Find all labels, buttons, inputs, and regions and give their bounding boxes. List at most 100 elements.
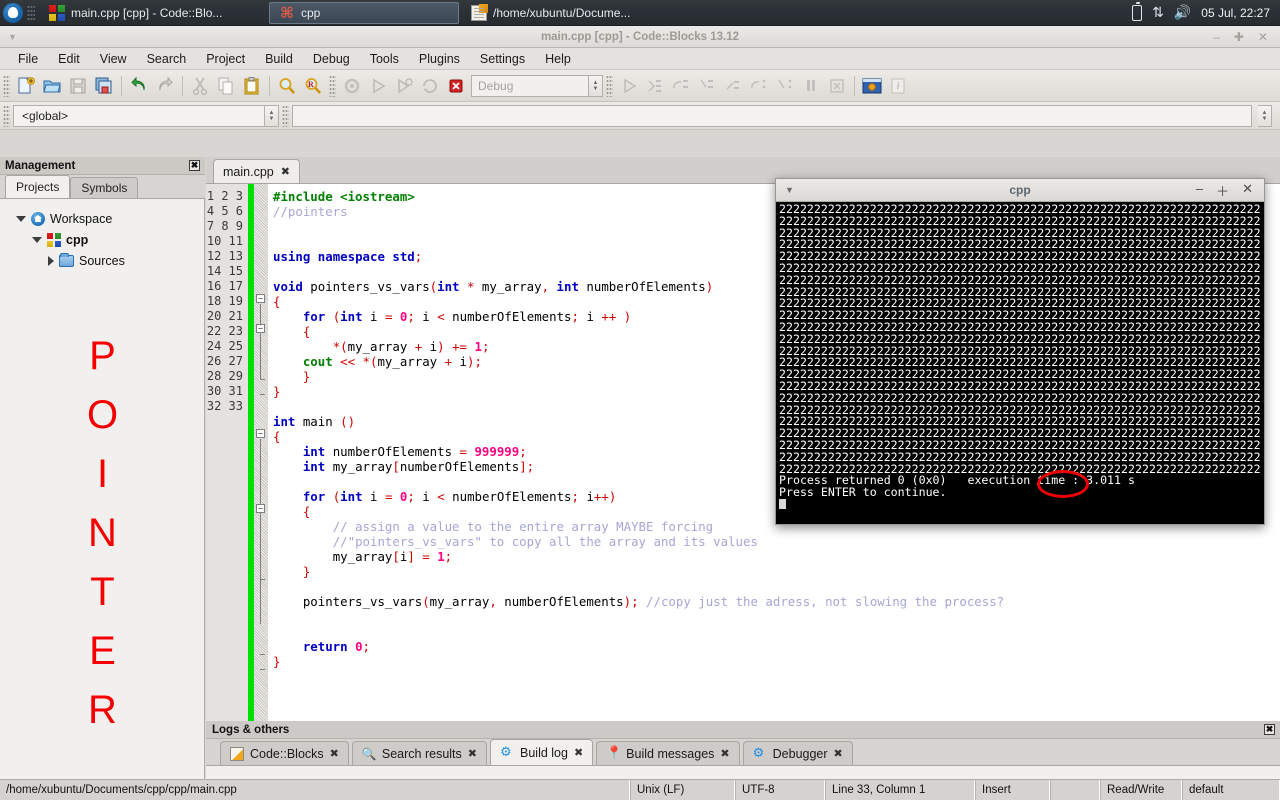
find-icon[interactable] bbox=[274, 73, 300, 99]
terminal-minimize-button[interactable]: – bbox=[1196, 181, 1203, 200]
menu-file[interactable]: File bbox=[8, 50, 48, 68]
close-icon[interactable]: ✖ bbox=[281, 165, 290, 178]
terminal-fill-line: 2222222222222222222222222222222222222222… bbox=[779, 286, 1261, 299]
fold-margin[interactable]: − − − − bbox=[254, 184, 268, 772]
close-icon[interactable]: ✖ bbox=[834, 747, 843, 760]
window-maximize-button[interactable]: ✚ bbox=[1234, 30, 1244, 44]
fold-box-line17[interactable]: − bbox=[256, 429, 265, 438]
log-tab-build-log[interactable]: ⚙ Build log ✖ bbox=[490, 739, 594, 765]
debugging-windows-icon[interactable] bbox=[859, 73, 885, 99]
log-tab-build-messages[interactable]: 📍 Build messages ✖ bbox=[596, 741, 740, 765]
terminal-window[interactable]: ▼ cpp – ＋ ✕ 2222222222222222222222222222… bbox=[775, 178, 1265, 525]
management-close-icon[interactable]: ✖ bbox=[189, 160, 200, 171]
terminal-output[interactable]: 2222222222222222222222222222222222222222… bbox=[779, 204, 1261, 521]
rebuild-icon[interactable] bbox=[417, 73, 443, 99]
replace-icon[interactable]: R bbox=[300, 73, 326, 99]
menu-project[interactable]: Project bbox=[196, 50, 255, 68]
save-icon[interactable] bbox=[65, 73, 91, 99]
debug-run-to-cursor-icon[interactable] bbox=[642, 73, 668, 99]
taskbar-window-codeblocks[interactable]: main.cpp [cpp] - Code::Blo... bbox=[39, 2, 267, 24]
close-icon[interactable]: ✖ bbox=[330, 747, 339, 760]
menu-settings[interactable]: Settings bbox=[470, 50, 535, 68]
build-icon[interactable] bbox=[339, 73, 365, 99]
taskbar-grip[interactable] bbox=[27, 4, 35, 21]
close-icon[interactable]: ✖ bbox=[574, 746, 583, 759]
menu-build[interactable]: Build bbox=[255, 50, 303, 68]
battery-icon[interactable] bbox=[1132, 2, 1143, 21]
toolbar-grip[interactable] bbox=[282, 104, 289, 127]
terminal-close-button[interactable]: ✕ bbox=[1242, 181, 1253, 200]
function-spinner[interactable]: ▲ ▼ bbox=[1258, 104, 1272, 127]
toolbar-grip[interactable] bbox=[3, 104, 10, 127]
break-debugger-icon[interactable] bbox=[798, 73, 824, 99]
xubuntu-mouse-icon[interactable] bbox=[3, 2, 23, 23]
debug-step-out-icon[interactable] bbox=[720, 73, 746, 99]
scope-combo[interactable]: <global> bbox=[13, 104, 265, 127]
menu-plugins[interactable]: Plugins bbox=[409, 50, 470, 68]
log-tab-codeblocks[interactable]: Code::Blocks ✖ bbox=[220, 741, 349, 765]
cut-icon[interactable] bbox=[187, 73, 213, 99]
menu-view[interactable]: View bbox=[90, 50, 137, 68]
debug-step-into-instruction-icon[interactable] bbox=[772, 73, 798, 99]
undo-icon[interactable] bbox=[126, 73, 152, 99]
tab-projects[interactable]: Projects bbox=[5, 175, 71, 198]
chevron-down-icon[interactable] bbox=[16, 215, 26, 222]
terminal-fill-line: 2222222222222222222222222222222222222222… bbox=[779, 439, 1261, 452]
paste-icon[interactable] bbox=[239, 73, 265, 99]
chevron-down-icon[interactable] bbox=[32, 236, 42, 243]
toolbar-grip[interactable] bbox=[3, 74, 10, 97]
tree-item-workspace[interactable]: Workspace bbox=[0, 208, 205, 229]
fold-tick bbox=[260, 579, 265, 580]
menu-help[interactable]: Help bbox=[535, 50, 581, 68]
abort-icon[interactable] bbox=[443, 73, 469, 99]
debug-continue-icon[interactable] bbox=[616, 73, 642, 99]
menu-debug[interactable]: Debug bbox=[303, 50, 360, 68]
debug-info-icon[interactable]: i bbox=[885, 73, 911, 99]
close-icon[interactable]: ✖ bbox=[720, 747, 729, 760]
build-target-combo[interactable]: Debug bbox=[471, 74, 589, 97]
fold-line bbox=[260, 439, 261, 624]
function-combo[interactable] bbox=[292, 104, 1252, 127]
window-close-button[interactable]: ✕ bbox=[1258, 30, 1268, 44]
menu-edit[interactable]: Edit bbox=[48, 50, 90, 68]
chevron-right-icon[interactable] bbox=[48, 255, 54, 266]
fold-box-line8[interactable]: − bbox=[256, 294, 265, 303]
debug-next-instruction-icon[interactable] bbox=[746, 73, 772, 99]
volume-icon[interactable]: 🔊 bbox=[1174, 6, 1191, 20]
window-minimize-button[interactable]: – bbox=[1213, 30, 1220, 44]
debug-step-into-icon[interactable] bbox=[694, 73, 720, 99]
tree-item-cpp[interactable]: cpp bbox=[0, 229, 205, 250]
toolbar-grip[interactable] bbox=[329, 74, 336, 97]
menu-search[interactable]: Search bbox=[137, 50, 197, 68]
log-tab-debugger[interactable]: ⚙ Debugger ✖ bbox=[742, 741, 853, 765]
tree-item-sources[interactable]: Sources bbox=[0, 250, 205, 271]
debug-next-line-icon[interactable] bbox=[668, 73, 694, 99]
logs-close-icon[interactable]: ✖ bbox=[1264, 724, 1275, 735]
toolbar-grip[interactable] bbox=[606, 74, 613, 97]
new-file-icon[interactable] bbox=[13, 73, 39, 99]
run-icon[interactable] bbox=[365, 73, 391, 99]
terminal-maximize-button[interactable]: ＋ bbox=[1216, 181, 1229, 200]
redo-icon[interactable] bbox=[152, 73, 178, 99]
fold-box-line22[interactable]: − bbox=[256, 504, 265, 513]
scope-spinner[interactable]: ▲ ▼ bbox=[265, 104, 279, 127]
stop-debugger-icon[interactable] bbox=[824, 73, 850, 99]
network-updown-icon[interactable]: ⇅ bbox=[1152, 6, 1164, 20]
terminal-fill-line: 2222222222222222222222222222222222222222… bbox=[779, 369, 1261, 381]
close-icon[interactable]: ✖ bbox=[468, 747, 477, 760]
build-and-run-icon[interactable] bbox=[391, 73, 417, 99]
save-all-icon[interactable] bbox=[91, 73, 117, 99]
taskbar-window-editor[interactable]: /home/xubuntu/Docume... bbox=[461, 2, 691, 24]
open-file-icon[interactable] bbox=[39, 73, 65, 99]
terminal-icon: ⌘ bbox=[280, 3, 294, 22]
taskbar-window-terminal[interactable]: ⌘ cpp bbox=[269, 1, 459, 24]
log-tab-search-results[interactable]: 🔍 Search results ✖ bbox=[351, 741, 487, 765]
tab-symbols[interactable]: Symbols bbox=[70, 177, 139, 198]
copy-icon[interactable] bbox=[213, 73, 239, 99]
clock[interactable]: 05 Jul, 22:27 bbox=[1201, 6, 1270, 20]
editor-tab-main-cpp[interactable]: main.cpp ✖ bbox=[213, 159, 300, 183]
build-target-spinner[interactable]: ▲ ▼ bbox=[589, 74, 603, 97]
menu-tools[interactable]: Tools bbox=[360, 50, 409, 68]
fold-box-line10[interactable]: − bbox=[256, 324, 265, 333]
